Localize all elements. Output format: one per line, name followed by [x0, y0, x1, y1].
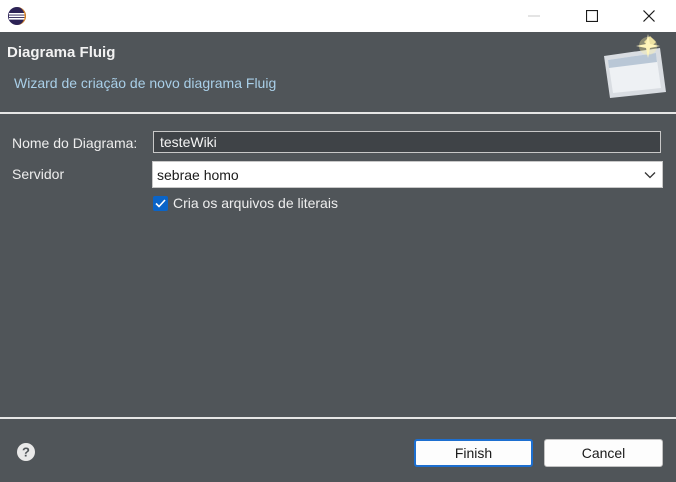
help-icon[interactable]: ?	[16, 442, 36, 462]
finish-button[interactable]: Finish	[414, 439, 533, 467]
server-label: Servidor	[12, 166, 65, 182]
window-titlebar	[0, 0, 676, 32]
minimize-button[interactable]	[505, 0, 563, 32]
wizard-header: Diagrama Fluig Wizard de criação de novo…	[0, 32, 676, 113]
server-selected-value: sebrae homo	[157, 167, 239, 183]
create-literals-checkbox[interactable]	[153, 195, 168, 211]
cancel-button[interactable]: Cancel	[544, 439, 663, 467]
checkmark-icon	[155, 198, 166, 208]
close-button[interactable]	[620, 0, 676, 32]
footer-separator	[0, 417, 676, 419]
wizard-title: Diagrama Fluig	[7, 44, 116, 61]
diagram-name-label: Nome do Diagrama:	[12, 135, 138, 151]
diagram-name-input[interactable]	[153, 131, 661, 153]
create-literals-option[interactable]: Cria os arquivos de literais	[153, 194, 338, 212]
eclipse-icon	[8, 7, 26, 25]
svg-text:?: ?	[22, 445, 30, 460]
new-wizard-banner-icon	[604, 34, 666, 98]
header-separator	[0, 112, 676, 114]
close-icon	[643, 10, 655, 22]
server-select[interactable]: sebrae homo	[152, 161, 663, 188]
minimize-icon	[528, 15, 540, 17]
maximize-icon	[586, 10, 598, 22]
chevron-down-icon	[644, 172, 656, 179]
create-literals-label: Cria os arquivos de literais	[173, 195, 338, 211]
maximize-button[interactable]	[563, 0, 621, 32]
wizard-description: Wizard de criação de novo diagrama Fluig	[14, 75, 277, 91]
